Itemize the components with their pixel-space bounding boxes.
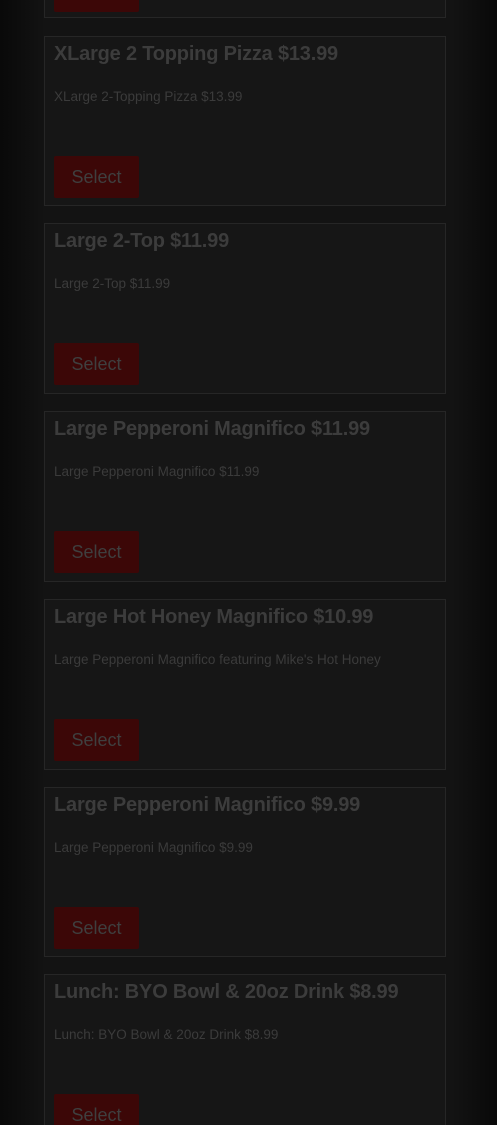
select-button[interactable]: Select	[54, 719, 139, 761]
item-title: Large Pepperoni Magnifico $11.99	[54, 418, 370, 440]
select-button[interactable]: Select	[54, 343, 139, 385]
select-button[interactable]: Select	[54, 1094, 139, 1125]
select-button[interactable]: Select	[54, 907, 139, 949]
item-description: Lunch: BYO Bowl & 20oz Drink $8.99	[54, 1027, 279, 1042]
item-description: Large 2-Top $11.99	[54, 276, 171, 291]
item-title: Lunch: BYO Bowl & 20oz Drink $8.99	[54, 981, 399, 1003]
item-title: XLarge 2 Topping Pizza $13.99	[54, 43, 338, 65]
item-title: Large Pepperoni Magnifico $9.99	[54, 794, 361, 816]
item-description: Large Pepperoni Magnifico $11.99	[54, 464, 260, 479]
item-title: Large Hot Honey Magnifico $10.99	[54, 606, 374, 628]
select-button[interactable]: Select	[54, 531, 139, 573]
menu-item-card: Large 2-Top $11.99 Large 2-Top $11.99 Se…	[44, 223, 446, 394]
menu-item-card: Large Pepperoni Magnifico $11.99 Large P…	[44, 411, 446, 582]
select-button[interactable]: Select	[54, 156, 139, 198]
item-description: Large Pepperoni Magnifico $9.99	[54, 840, 253, 855]
menu-list: Select XLarge 2 Topping Pizza $13.99 XLa…	[0, 0, 497, 1125]
item-title: Large 2-Top $11.99	[54, 230, 229, 252]
menu-item-card: XLarge 2 Topping Pizza $13.99 XLarge 2-T…	[44, 36, 446, 206]
item-description: XLarge 2-Topping Pizza $13.99	[54, 89, 243, 104]
menu-item-card: Lunch: BYO Bowl & 20oz Drink $8.99 Lunch…	[44, 974, 446, 1125]
menu-item-card: Large Pepperoni Magnifico $9.99 Large Pe…	[44, 787, 446, 957]
select-button[interactable]: Select	[54, 0, 139, 12]
item-description: Large Pepperoni Magnifico featuring Mike…	[54, 652, 381, 667]
menu-item-card: Large Hot Honey Magnifico $10.99 Large P…	[44, 599, 446, 770]
menu-item-card: Select	[44, 0, 446, 18]
